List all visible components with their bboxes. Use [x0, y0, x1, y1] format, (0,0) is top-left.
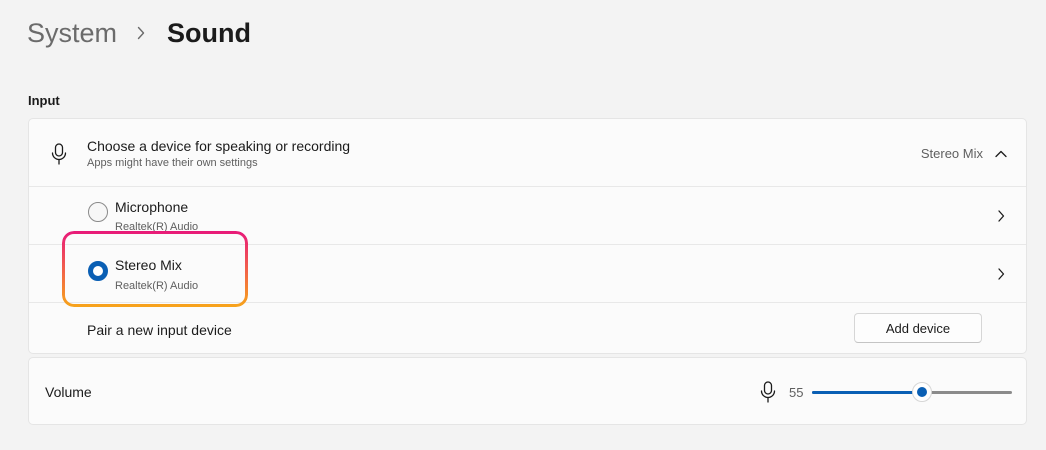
section-label-input: Input: [28, 93, 60, 108]
radio-stereo-mix[interactable]: [88, 261, 108, 281]
input-device-card: Choose a device for speaking or recordin…: [28, 118, 1027, 354]
microphone-icon: [50, 143, 68, 165]
device-driver: Realtek(R) Audio: [115, 280, 199, 292]
slider-fill: [812, 391, 922, 394]
device-name: Microphone: [115, 199, 189, 215]
chevron-right-icon: [133, 25, 149, 41]
pair-device-label: Pair a new input device: [87, 322, 232, 338]
volume-slider[interactable]: [812, 382, 1012, 402]
chevron-up-icon[interactable]: [994, 147, 1008, 159]
pair-device-row: Pair a new input device Add device: [29, 302, 1026, 354]
volume-card: Volume 55: [28, 357, 1027, 425]
radio-microphone[interactable]: [88, 202, 108, 222]
device-row-stereo-mix[interactable]: Stereo Mix Realtek(R) Audio: [29, 244, 1026, 302]
microphone-icon[interactable]: [760, 381, 776, 403]
device-driver: Realtek(R) Audio: [115, 221, 199, 233]
device-name: Stereo Mix: [115, 257, 182, 273]
breadcrumb-system[interactable]: System: [27, 18, 117, 49]
input-device-subtitle: Apps might have their own settings: [87, 157, 258, 169]
chevron-right-icon[interactable]: [996, 209, 1006, 223]
breadcrumb: System Sound: [27, 14, 251, 52]
page-title: Sound: [167, 17, 252, 48]
input-device-header[interactable]: Choose a device for speaking or recordin…: [29, 119, 1026, 186]
add-device-button[interactable]: Add device: [854, 313, 982, 343]
slider-thumb[interactable]: [912, 382, 932, 402]
device-row-microphone[interactable]: Microphone Realtek(R) Audio: [29, 186, 1026, 244]
volume-label: Volume: [45, 384, 92, 400]
input-device-title: Choose a device for speaking or recordin…: [87, 138, 351, 154]
selected-device-value: Stereo Mix: [920, 146, 983, 161]
volume-value: 55: [789, 385, 804, 400]
chevron-right-icon[interactable]: [996, 267, 1006, 281]
